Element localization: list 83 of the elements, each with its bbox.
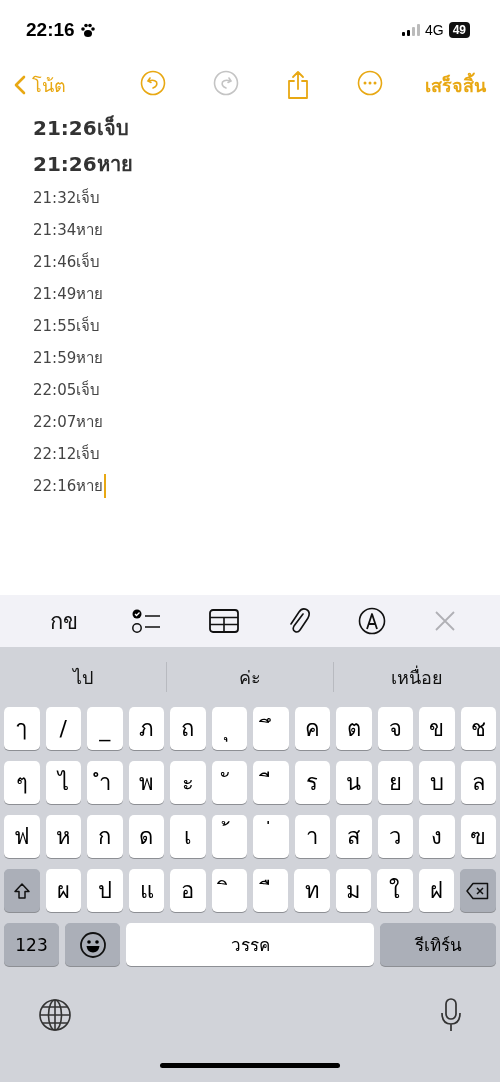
table-icon[interactable] [209,609,240,633]
note-line: 21:32เจ็บ [33,187,101,209]
globe-icon[interactable] [38,998,72,1032]
letter-key[interactable]: ช [460,707,496,750]
status-time: 22:16 [26,19,75,41]
letter-key[interactable]: พ [128,761,164,804]
suggestion[interactable]: ไป [0,661,166,693]
space-key[interactable]: วรรค [126,923,374,966]
letter-key[interactable]: แ [128,869,165,912]
note-line: 22:16หาย [33,476,104,497]
letter-key[interactable]: ฃ [460,815,496,858]
letter-key[interactable]: ภ [128,707,164,750]
letter-key[interactable]: / [45,707,81,750]
paw-icon [79,22,96,38]
letter-key[interactable]: ป [87,869,123,912]
suggestion[interactable]: ค่ะ [167,661,333,693]
letter-key[interactable]: ้ [211,815,247,858]
delete-key[interactable] [460,869,497,912]
letter-key[interactable]: ๅ [4,707,40,750]
letter-key[interactable]: ่ [253,815,289,858]
letter-key[interactable]: ไ [45,761,81,804]
letter-key[interactable]: ำ [87,761,123,804]
battery-level: 49 [448,22,470,38]
note-line: 21:34หาย [33,220,104,241]
numbers-key[interactable]: 123 [4,923,59,966]
letter-key[interactable]: ก [87,815,123,858]
letter-key[interactable]: ง [419,815,455,858]
letter-key[interactable]: ุ [211,707,247,750]
letter-key[interactable]: ั [211,761,247,804]
letter-key[interactable]: ว [377,815,413,858]
letter-key[interactable]: ท [294,869,330,912]
letter-key[interactable]: _ [87,707,123,750]
smiley-icon [78,930,107,959]
letter-key[interactable]: ึ [253,707,289,750]
letter-key[interactable]: ล [460,761,496,804]
microphone-icon[interactable] [440,998,462,1032]
letter-key[interactable]: ถ [170,707,206,750]
note-heading: 21:26หาย [33,151,134,178]
letter-key[interactable]: บ [419,761,455,804]
letter-key[interactable]: ร [294,761,330,804]
text-style-button[interactable]: กข [43,602,84,640]
note-line: 21:55เจ็บ [33,315,101,337]
letter-key[interactable]: ฟ [4,815,40,858]
letter-key[interactable]: ะ [170,761,206,804]
suggestion[interactable]: เหนื่อย [334,661,500,693]
note-line: 21:59หาย [33,348,104,369]
shift-key[interactable] [4,869,40,912]
emoji-key[interactable] [65,923,120,966]
note-line: 22:05เจ็บ [33,379,101,401]
return-key[interactable]: รีเทิร์น [380,923,496,966]
letter-key[interactable]: อ [170,869,206,912]
signal-icon [401,24,420,36]
note-line: 22:12เจ็บ [33,443,101,465]
letter-key[interactable]: ื [253,869,289,912]
letter-key[interactable]: น [336,761,372,804]
note-line: 21:46เจ็บ [33,251,101,273]
letter-key[interactable]: ิ [211,869,248,912]
note-heading: 21:26เจ็บ [33,114,130,142]
letter-key[interactable]: จ [377,707,413,750]
letter-key[interactable]: ม [335,869,372,912]
letter-key[interactable]: ห [45,815,81,858]
letter-key[interactable]: ใ [377,869,413,912]
note-line: 21:49หาย [33,284,104,305]
letter-key[interactable]: ต [336,707,372,750]
letter-key[interactable]: ฝ [418,869,455,912]
network-label: 4G [424,22,444,38]
letter-key[interactable]: ด [128,815,164,858]
letter-key[interactable]: า [294,815,330,858]
letter-key[interactable]: ค [294,707,330,750]
letter-key[interactable]: ๆ [4,761,40,804]
letter-key[interactable]: ผ [46,869,82,912]
shift-icon [13,881,31,900]
letter-key[interactable]: ส [336,815,372,858]
chevron-left-icon [14,75,26,95]
backspace-icon [466,881,491,900]
letter-key[interactable]: ข [419,707,455,750]
letter-key[interactable]: เ [170,815,206,858]
letter-key[interactable]: ย [377,761,413,804]
checklist-icon[interactable] [131,608,162,634]
text-cursor [104,474,107,498]
letter-key[interactable]: ี [253,761,289,804]
pen-tip-icon[interactable] [358,607,387,635]
note-line: 22:07หาย [33,412,104,433]
